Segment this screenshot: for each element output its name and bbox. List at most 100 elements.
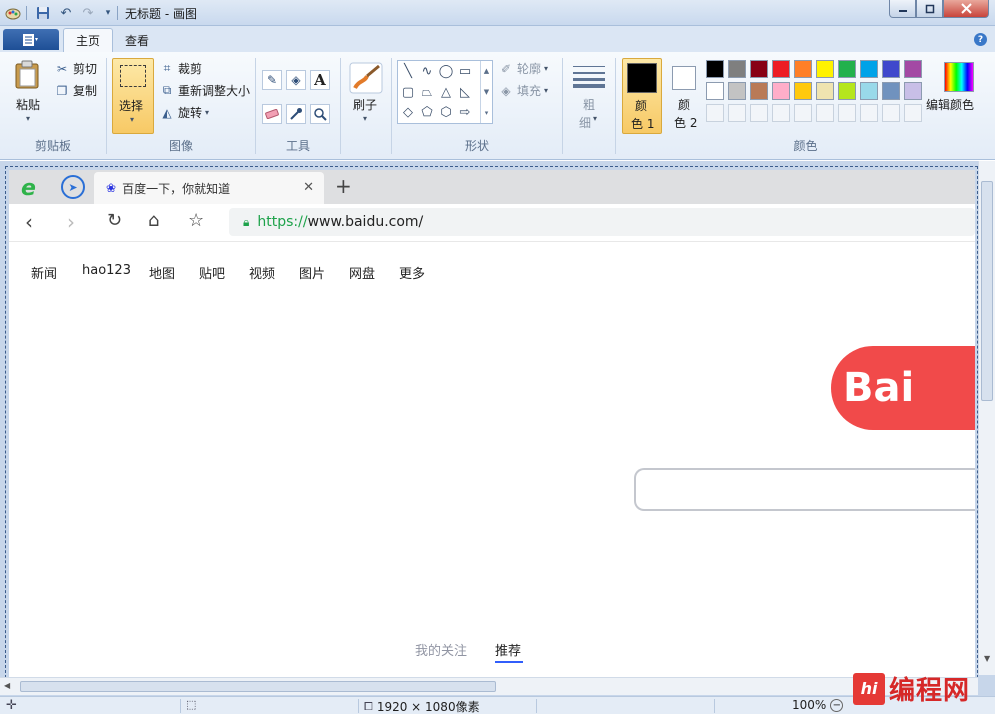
scroll-down-icon[interactable]: ▼ (984, 654, 990, 663)
image-dimensions-text: 1920 × 1080像素 (376, 700, 480, 714)
palette-color-swatch[interactable] (816, 60, 834, 78)
tools-group: ✎ ◈ A 工具 (256, 52, 340, 158)
crop-button[interactable]: ⌗ 裁剪 (159, 60, 202, 77)
file-menu-button[interactable] (3, 29, 59, 50)
selection-size-icon: ⬚ (186, 698, 197, 711)
shapes-scroll[interactable]: ▲ ▼ ▾ (480, 61, 492, 123)
copy-label: 复制 (73, 84, 98, 98)
size-button[interactable]: 粗 细 ▾ (569, 58, 609, 134)
magnifier-icon[interactable] (310, 104, 330, 124)
clipboard-group: 粘贴 ▾ ✂ 剪切 ❐ 复制 剪贴板 (0, 52, 106, 158)
rounded-rectangle-shape-icon[interactable]: ▢ (399, 83, 417, 101)
scroll-left-icon[interactable]: ◀ (4, 681, 10, 690)
text-tool-icon[interactable]: A (310, 70, 330, 90)
select-button[interactable]: 选择 ▾ (112, 58, 154, 134)
hexagon-shape-icon[interactable]: ⬡ (437, 103, 455, 121)
color1-label-bottom: 色 1 (631, 117, 655, 131)
customize-quick-access-icon[interactable]: ▾ (99, 4, 117, 22)
paste-button[interactable]: 粘贴 ▾ (8, 58, 48, 130)
custom-color-slot[interactable] (728, 104, 746, 122)
edit-colors-button[interactable]: 编辑颜色 (924, 58, 994, 134)
palette-color-swatch[interactable] (772, 60, 790, 78)
paint-app-icon[interactable] (4, 4, 22, 22)
brush-label: 刷子 (353, 98, 378, 112)
polygon-shape-icon[interactable]: ⏢ (418, 83, 436, 101)
minimize-button[interactable] (889, 0, 916, 18)
brush-button[interactable]: 刷子 ▾ (345, 58, 387, 134)
resize-label: 重新调整大小 (178, 84, 251, 98)
palette-color-swatch[interactable] (794, 60, 812, 78)
custom-color-slot[interactable] (750, 104, 768, 122)
zoom-out-icon[interactable]: − (830, 698, 844, 712)
triangle-shape-icon[interactable]: △ (437, 83, 455, 101)
horizontal-scroll-thumb[interactable] (20, 681, 496, 692)
vertical-scroll-thumb[interactable] (981, 181, 993, 401)
color2-button[interactable]: 颜 色 2 (666, 58, 704, 134)
palette-color-swatch[interactable] (860, 60, 878, 78)
selection-border (5, 166, 978, 678)
palette-color-swatch[interactable] (728, 60, 746, 78)
pentagon-shape-icon[interactable]: ⬠ (418, 103, 436, 121)
help-icon[interactable]: ? (974, 33, 987, 46)
custom-color-slot[interactable] (706, 104, 724, 122)
maximize-button[interactable] (916, 0, 943, 18)
custom-color-slot[interactable] (904, 104, 922, 122)
custom-color-slot[interactable] (772, 104, 790, 122)
redo-icon[interactable]: ↷ (79, 4, 97, 22)
palette-color-swatch[interactable] (838, 60, 856, 78)
palette-color-swatch[interactable] (772, 82, 790, 100)
palette-color-swatch[interactable] (904, 60, 922, 78)
horizontal-scrollbar[interactable]: ◀ (0, 677, 978, 695)
paste-icon (15, 60, 39, 89)
line-shape-icon[interactable]: ╲ (399, 62, 417, 80)
save-icon[interactable] (34, 4, 52, 22)
color2-label-bottom: 色 2 (674, 116, 698, 130)
custom-color-slot[interactable] (794, 104, 812, 122)
palette-color-swatch[interactable] (816, 82, 834, 100)
undo-icon[interactable]: ↶ (57, 4, 75, 22)
palette-color-swatch[interactable] (794, 82, 812, 100)
rotate-button[interactable]: ◭ 旋转 ▾ (159, 104, 209, 121)
tab-view[interactable]: 查看 (113, 28, 161, 52)
rectangle-shape-icon[interactable]: ▭ (456, 62, 474, 80)
palette-color-swatch[interactable] (838, 82, 856, 100)
custom-color-slot[interactable] (882, 104, 900, 122)
oval-shape-icon[interactable]: ◯ (437, 62, 455, 80)
palette-color-swatch[interactable] (750, 82, 768, 100)
color1-button[interactable]: 颜 色 1 (622, 58, 662, 134)
vertical-scrollbar[interactable]: ▼ (978, 161, 995, 675)
palette-color-swatch[interactable] (860, 82, 878, 100)
palette-color-swatch[interactable] (706, 82, 724, 100)
custom-color-slot[interactable] (860, 104, 878, 122)
arrow-shape-icon[interactable]: ⇨ (456, 103, 474, 121)
color1-swatch (627, 63, 657, 93)
color2-swatch (672, 66, 696, 90)
color-picker-icon[interactable] (286, 104, 306, 124)
rotate-icon: ◭ (162, 105, 172, 120)
outline-icon: ✐ (500, 61, 512, 76)
close-button[interactable] (943, 0, 989, 18)
palette-color-swatch[interactable] (750, 60, 768, 78)
copy-button[interactable]: ❐ 复制 (54, 82, 97, 99)
color1-label-top: 颜 (635, 99, 648, 113)
curve-shape-icon[interactable]: ∿ (418, 62, 436, 80)
eraser-icon[interactable] (262, 104, 282, 124)
palette-color-swatch[interactable] (882, 60, 900, 78)
fill-icon: ◈ (501, 83, 511, 98)
outline-button[interactable]: ✐ 轮廓 ▾ (498, 60, 548, 77)
resize-button[interactable]: ⧉ 重新调整大小 (159, 82, 250, 99)
pencil-icon[interactable]: ✎ (262, 70, 282, 90)
palette-color-swatch[interactable] (728, 82, 746, 100)
cut-button[interactable]: ✂ 剪切 (54, 60, 97, 77)
palette-color-swatch[interactable] (706, 60, 724, 78)
palette-color-swatch[interactable] (882, 82, 900, 100)
fill-bucket-icon[interactable]: ◈ (286, 70, 306, 90)
fill-button[interactable]: ◈ 填充 ▾ (498, 82, 548, 99)
right-triangle-shape-icon[interactable]: ◺ (456, 83, 474, 101)
custom-color-slot[interactable] (838, 104, 856, 122)
custom-color-slot[interactable] (816, 104, 834, 122)
palette-color-swatch[interactable] (904, 82, 922, 100)
tab-home[interactable]: 主页 (63, 28, 114, 52)
diamond-shape-icon[interactable]: ◇ (399, 103, 417, 121)
size-group: 粗 细 ▾ (563, 52, 615, 158)
